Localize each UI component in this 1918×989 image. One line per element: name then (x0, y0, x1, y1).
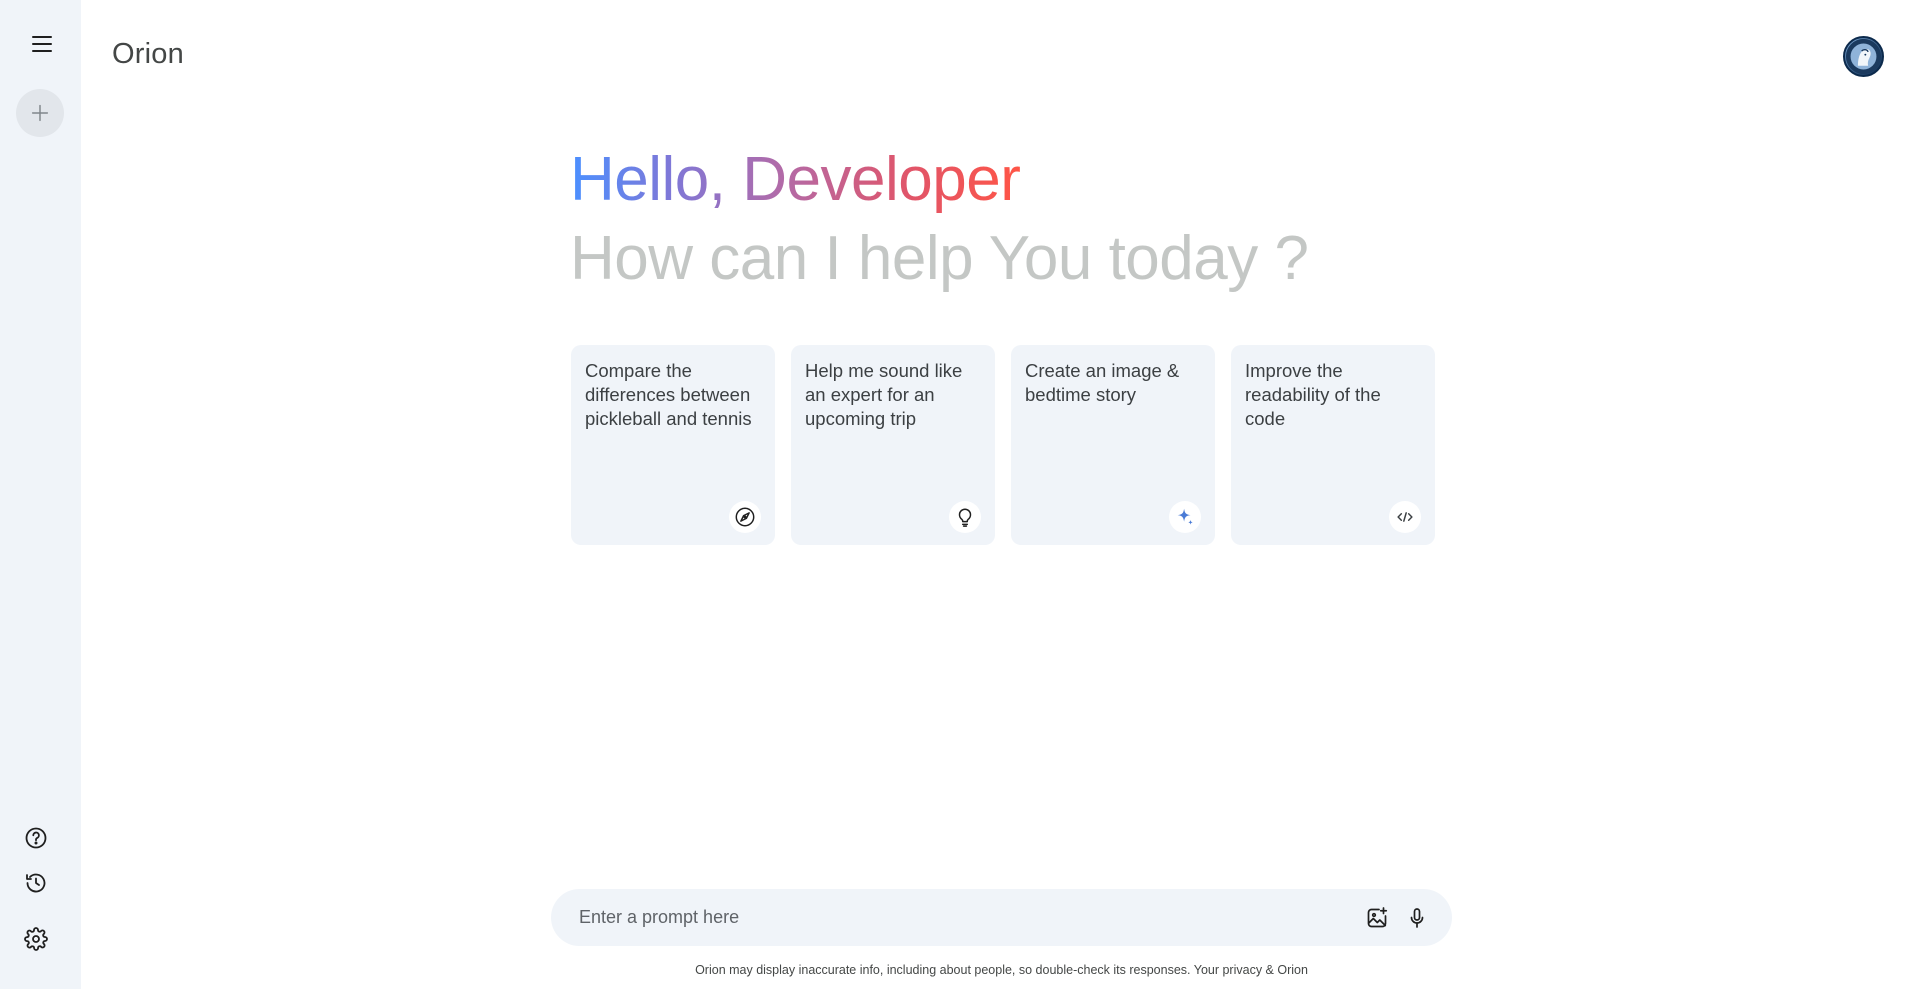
suggestion-card[interactable]: Improve the readability of the code (1231, 345, 1435, 545)
suggestion-cards: Compare the differences between pickleba… (571, 345, 1435, 545)
microphone-icon (1410, 907, 1424, 928)
suggestion-card-text: Compare the differences between pickleba… (585, 360, 752, 429)
help-button[interactable] (22, 824, 50, 852)
avatar-image (1845, 38, 1882, 75)
suggestion-card[interactable]: Create an image & bedtime story (1011, 345, 1215, 545)
app-title: Orion (112, 38, 184, 70)
menu-icon[interactable] (28, 32, 60, 56)
greeting-hello: Hello, Developer (570, 142, 1021, 218)
plus-icon (31, 104, 49, 122)
suggestion-card-text: Improve the readability of the code (1245, 360, 1381, 429)
sidebar (0, 0, 81, 989)
add-image-button[interactable] (1362, 903, 1392, 933)
compass-icon (729, 501, 761, 533)
settings-gear-icon (24, 927, 48, 951)
suggestion-card[interactable]: Compare the differences between pickleba… (571, 345, 775, 545)
lightbulb-icon (949, 501, 981, 533)
suggestion-card-text: Help me sound like an expert for an upco… (805, 360, 963, 429)
prompt-bar (551, 889, 1452, 946)
new-chat-button[interactable] (16, 89, 64, 137)
user-avatar[interactable] (1843, 36, 1884, 77)
help-icon (25, 827, 47, 849)
disclaimer: Orion may display inaccurate info, inclu… (695, 963, 1308, 977)
suggestion-card-text: Create an image & bedtime story (1025, 360, 1180, 405)
history-icon (26, 873, 46, 893)
greeting-subtitle: How can I help You today ? (570, 224, 1309, 293)
microphone-button[interactable] (1402, 903, 1432, 933)
sparkle-icon (1169, 501, 1201, 533)
settings-button[interactable] (22, 925, 50, 953)
prompt-input[interactable] (579, 907, 1352, 928)
suggestion-card[interactable]: Help me sound like an expert for an upco… (791, 345, 995, 545)
add-image-icon (1367, 906, 1388, 927)
code-icon (1389, 501, 1421, 533)
greeting: Hello, Developer How can I help You toda… (570, 142, 1370, 300)
history-button[interactable] (22, 869, 50, 897)
